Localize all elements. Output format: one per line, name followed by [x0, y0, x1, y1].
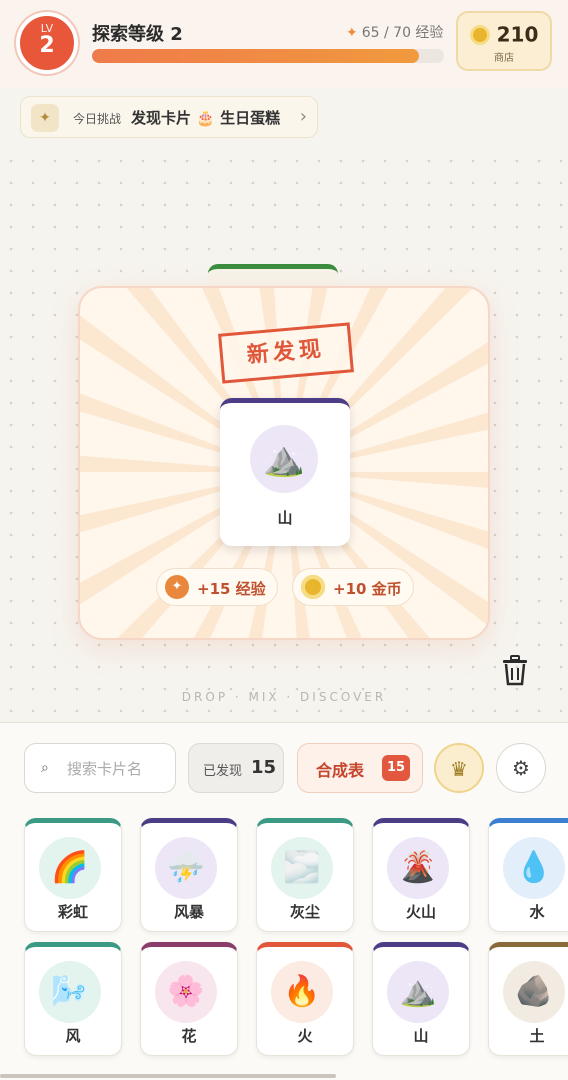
element-card-name: 水 — [529, 903, 545, 921]
rainbow-icon: 🌈 — [39, 837, 101, 899]
element-card-name: 风 — [65, 1027, 81, 1045]
challenge-text: 发现卡片 🎂 生日蛋糕 — [131, 109, 281, 127]
shop-label: 商店 — [494, 52, 514, 64]
element-card-name: 火山 — [405, 903, 436, 921]
level-prefix: LV — [40, 22, 54, 35]
new-discovery-popup[interactable]: 新发现 ⛰️ 山 ✦ +15 经验 +10 金币 — [78, 286, 490, 640]
trash-icon[interactable] — [500, 654, 530, 686]
level-number: 2 — [39, 33, 55, 58]
mountain-icon: ⛰️ — [387, 961, 449, 1023]
element-card[interactable]: ⛈️ 风暴 — [140, 818, 238, 932]
discovered-count: 15 — [251, 757, 277, 778]
coin-balance: 210 — [458, 21, 550, 47]
element-card-name: 花 — [181, 1027, 197, 1045]
recipe-count-badge: 15 — [382, 755, 410, 781]
element-card[interactable]: 🌸 花 — [140, 942, 238, 1056]
challenge-label: 今日挑战 — [73, 112, 122, 126]
xp-text: 65 / 70 经验 — [361, 25, 444, 41]
search-box[interactable]: ⌕ — [24, 743, 176, 793]
element-card[interactable]: 🌬️ 风 — [24, 942, 122, 1056]
xp-star-icon: ✦ — [346, 25, 358, 41]
element-card-name: 山 — [413, 1027, 429, 1045]
volcano-icon: 🌋 — [387, 837, 449, 899]
flower-icon: 🌸 — [155, 961, 217, 1023]
xp-progress-bar — [92, 49, 444, 63]
xp-readout: ✦ 65 / 70 经验 — [346, 22, 443, 42]
coin-icon — [469, 24, 490, 45]
element-card[interactable]: 🌫️ 灰尘 — [256, 818, 354, 932]
water-drop-icon: 💧 — [503, 837, 565, 899]
settings-button[interactable]: ⚙ — [496, 743, 546, 793]
chevron-right-icon: › — [299, 106, 307, 127]
daily-challenge-banner[interactable]: ✦ 今日挑战 发现卡片 🎂 生日蛋糕 › — [20, 96, 318, 138]
xp-reward-text: +15 经验 — [197, 580, 266, 598]
gear-icon: ⚙ — [512, 756, 530, 780]
element-card[interactable]: 💧 水 — [488, 818, 568, 932]
xp-progress-fill — [92, 49, 420, 63]
dust-icon: 🌫️ — [271, 837, 333, 899]
mountain-icon: ⛰️ — [250, 425, 318, 493]
element-card-name: 风暴 — [173, 903, 204, 921]
discovered-counter: 已发现 15 — [188, 743, 284, 793]
xp-star-icon: ✦ — [165, 575, 189, 599]
element-card[interactable]: ⛰️ 山 — [372, 942, 470, 1056]
coin-count: 210 — [496, 22, 539, 47]
element-card-name: 火 — [297, 1027, 313, 1045]
top-bar: LV 2 探索等级 2 ✦ 65 / 70 经验 210 商店 — [0, 0, 568, 88]
recipe-label: 合成表 — [316, 761, 365, 780]
level-badge: LV 2 — [16, 12, 78, 74]
discovered-label: 已发现 — [203, 764, 243, 779]
level-title: 探索等级 2 — [92, 24, 183, 45]
discovered-card-name: 山 — [277, 509, 293, 527]
storm-icon: ⛈️ — [155, 837, 217, 899]
search-icon: ⌕ — [41, 760, 49, 776]
fire-icon: 🔥 — [271, 961, 333, 1023]
element-card[interactable]: 🌈 彩虹 — [24, 818, 122, 932]
element-card[interactable]: 🔥 火 — [256, 942, 354, 1056]
crown-button[interactable]: ♛ — [434, 743, 484, 793]
discovered-card[interactable]: ⛰️ 山 — [220, 398, 350, 546]
coin-reward-text: +10 金币 — [333, 580, 402, 598]
horizontal-scrollbar[interactable] — [0, 1074, 336, 1078]
sparkle-icon: ✦ — [31, 104, 59, 132]
element-card[interactable]: 🌋 火山 — [372, 818, 470, 932]
board-hint: DROP · MIX · DISCOVER — [181, 690, 387, 704]
element-card-name: 土 — [529, 1027, 545, 1045]
coin-icon — [301, 575, 325, 599]
wind-icon: 🌬️ — [39, 961, 101, 1023]
coin-reward-pill: +10 金币 — [292, 568, 414, 606]
shop-button[interactable]: 210 商店 — [456, 11, 552, 71]
xp-reward-pill: ✦ +15 经验 — [156, 568, 278, 606]
crown-icon: ♛ — [450, 757, 468, 781]
element-card[interactable]: 🪨 土 — [488, 942, 568, 1056]
search-input[interactable] — [67, 757, 167, 781]
element-card-name: 灰尘 — [289, 903, 320, 921]
rock-icon: 🪨 — [503, 961, 565, 1023]
element-card-name: 彩虹 — [57, 903, 88, 921]
recipe-book-button[interactable]: 合成表 15 — [297, 743, 423, 793]
